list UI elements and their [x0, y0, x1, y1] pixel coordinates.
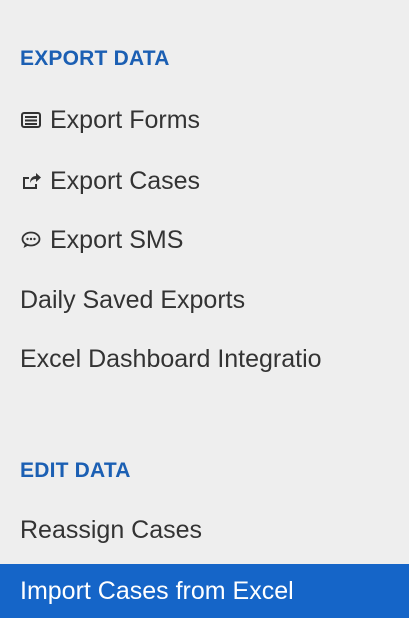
sidebar-item-export-forms[interactable]: Export Forms	[0, 94, 409, 146]
sidebar-item-reassign-cases[interactable]: Reassign Cases	[0, 504, 409, 556]
sidebar-item-export-sms[interactable]: Export SMS	[0, 214, 409, 266]
sidebar-item-export-cases[interactable]: Export Cases	[0, 155, 409, 207]
sidebar-item-label: Import Cases from Excel	[20, 576, 294, 605]
comment-icon	[20, 229, 42, 251]
section-header-export-data: EXPORT DATA	[20, 47, 170, 70]
share-icon	[20, 170, 42, 192]
sidebar-item-label: Reassign Cases	[20, 515, 203, 544]
section-header-edit-data: EDIT DATA	[20, 459, 131, 482]
sidebar-item-import-cases-from-excel[interactable]: Import Cases from Excel	[0, 564, 409, 618]
sidebar-item-daily-saved-exports[interactable]: Daily Saved Exports	[0, 274, 409, 326]
sidebar-item-label: Daily Saved Exports	[20, 285, 246, 314]
sidebar-item-label: Export Forms	[50, 105, 201, 134]
sidebar-item-excel-dashboard-integration[interactable]: Excel Dashboard Integratio	[0, 333, 409, 385]
list-icon	[20, 109, 42, 131]
sidebar-item-label: Export Cases	[50, 166, 201, 195]
sidebar-item-label: Excel Dashboard Integratio	[20, 344, 322, 373]
sidebar: EXPORT DATA Export Forms Export Cases Ex…	[0, 0, 409, 618]
sidebar-item-label: Export SMS	[50, 225, 184, 254]
